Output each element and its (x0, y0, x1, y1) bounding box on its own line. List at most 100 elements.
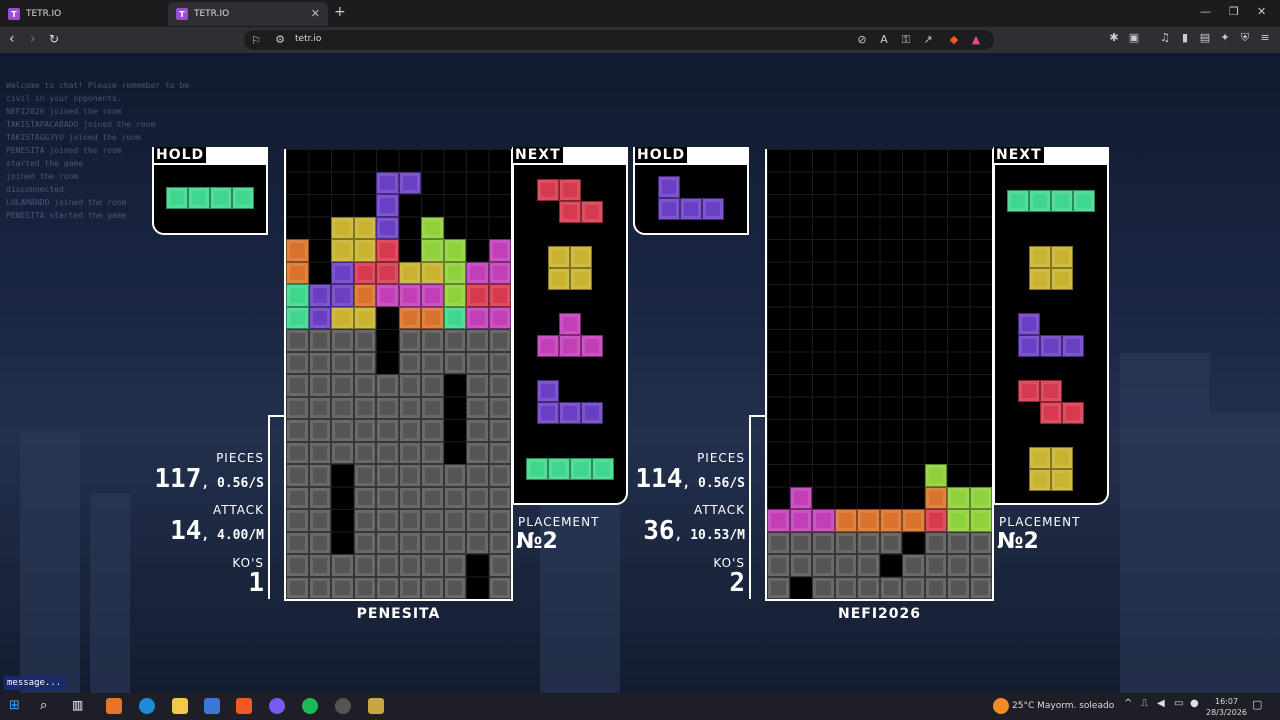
task-view-icon[interactable]: ▥ (72, 698, 88, 714)
board-cell (376, 216, 399, 239)
board-cell (286, 554, 309, 577)
leo-icon[interactable]: ✦ (1219, 32, 1231, 44)
weather-text[interactable]: 25°C Mayorm. soleado (1012, 701, 1114, 711)
battery-icon[interactable]: ▭ (1174, 698, 1190, 714)
spotify-icon[interactable] (302, 698, 318, 714)
close-tab-icon[interactable]: ✕ (311, 7, 320, 20)
reload-icon[interactable]: ↻ (49, 32, 59, 46)
board-cell (466, 284, 489, 307)
placement-value: №2 (997, 529, 1039, 554)
board-cell (376, 576, 399, 599)
browser-tab[interactable]: T TETR.IO (0, 2, 165, 26)
board-cell (767, 531, 790, 554)
board-cell (443, 284, 466, 307)
board-cell (924, 464, 947, 487)
piece-block (559, 179, 581, 201)
microphone-icon[interactable]: ● (1190, 698, 1206, 714)
copilot-icon[interactable] (106, 698, 122, 714)
close-window-icon[interactable]: ✕ (1257, 5, 1266, 18)
volume-icon[interactable]: ◀ (1157, 698, 1173, 714)
board-cell (466, 396, 489, 419)
vpn-icon[interactable]: ⛨ (1239, 32, 1251, 44)
league-icon[interactable] (368, 698, 384, 714)
board-cell (353, 396, 376, 419)
board-cell (443, 351, 466, 374)
board-cell (857, 576, 880, 599)
board-cell (376, 464, 399, 487)
notifications-icon[interactable]: ▢ (1252, 698, 1268, 714)
piece-block (1040, 335, 1062, 357)
board-cell (443, 464, 466, 487)
sidebar-icon[interactable]: ▣ (1128, 32, 1140, 44)
board-cell (398, 576, 421, 599)
board-cell (789, 554, 812, 577)
board-cell (286, 261, 309, 284)
brave-shield-icon[interactable]: ◆ (948, 34, 960, 46)
piece-block (658, 176, 680, 198)
piece-block (1029, 469, 1051, 491)
extensions-icon[interactable]: ✱ (1108, 32, 1120, 44)
piece-block (537, 335, 559, 357)
board-cell (308, 396, 331, 419)
translate-icon[interactable]: A (878, 34, 890, 46)
piece-block (559, 402, 581, 424)
piece-block (548, 458, 570, 480)
forward-icon[interactable]: › (30, 31, 36, 47)
board-cell (353, 509, 376, 532)
site-info-icon[interactable]: ⚙ (274, 34, 286, 46)
search-icon[interactable]: ⌕ (40, 698, 56, 714)
mute-icon[interactable]: ⊘ (856, 34, 868, 46)
media-icon[interactable]: ♫ (1159, 32, 1171, 44)
edge-icon[interactable] (139, 698, 155, 714)
back-icon[interactable]: ‹ (9, 31, 15, 47)
stat-label: ATTACK (693, 503, 745, 517)
board-cell (443, 329, 466, 352)
board-cell (834, 576, 857, 599)
share-icon[interactable]: ↗ (922, 34, 934, 46)
restore-icon[interactable]: ❐ (1229, 5, 1239, 18)
stat-rate: 0.56/S (698, 476, 745, 491)
board-cell (812, 509, 835, 532)
board-cell (902, 576, 925, 599)
board-cell (421, 261, 444, 284)
next-label: NEXT (513, 147, 563, 163)
network-icon[interactable]: ⎍ (1141, 698, 1157, 714)
board-cell (969, 531, 992, 554)
board-cell (466, 464, 489, 487)
file-explorer-icon[interactable] (172, 698, 188, 714)
piece-block (559, 313, 581, 335)
reader-icon[interactable]: ▮ (1179, 32, 1191, 44)
brave-icon[interactable] (236, 698, 252, 714)
board-cell (902, 554, 925, 577)
steam-icon[interactable] (335, 698, 351, 714)
board-cell (331, 419, 354, 442)
windows-start-icon[interactable]: ⊞ (9, 698, 25, 714)
stat-value: 14, 4.00/M (144, 516, 264, 546)
tray-chevron-icon[interactable]: ^ (1124, 698, 1140, 714)
chat-input[interactable]: message... (4, 676, 66, 690)
board-cell (443, 306, 466, 329)
weather-icon[interactable] (993, 698, 1009, 714)
board-cell (812, 554, 835, 577)
piece-block (570, 246, 592, 268)
board-cell (398, 464, 421, 487)
piece-block (581, 201, 603, 223)
discord-icon[interactable] (269, 698, 285, 714)
address-bar[interactable]: ⚐ ⚙ tetr.io ⊘ A ⚿ ↗ ◆ ▲ (244, 30, 994, 50)
piece-block (680, 198, 702, 220)
clock[interactable]: 16:07 28/3/2026 (1206, 696, 1247, 718)
tetrio-favicon-icon: T (176, 8, 188, 20)
browser-tab-bar: T TETR.IO T TETR.IO ✕ + — ❐ ✕ (0, 0, 1280, 27)
browser-tab-active[interactable]: T TETR.IO ✕ (168, 2, 328, 26)
bookmark-icon[interactable]: ⚐ (250, 35, 262, 47)
board-cell (353, 486, 376, 509)
menu-icon[interactable]: ≡ (1259, 32, 1271, 44)
wallet-icon[interactable]: ▤ (1199, 32, 1211, 44)
brave-rewards-icon[interactable]: ▲ (970, 34, 982, 46)
board-cell (308, 531, 331, 554)
board-cell (767, 576, 790, 599)
key-icon[interactable]: ⚿ (900, 34, 912, 46)
mail-icon[interactable] (204, 698, 220, 714)
new-tab-icon[interactable]: + (334, 4, 346, 20)
minimize-icon[interactable]: — (1200, 5, 1211, 18)
